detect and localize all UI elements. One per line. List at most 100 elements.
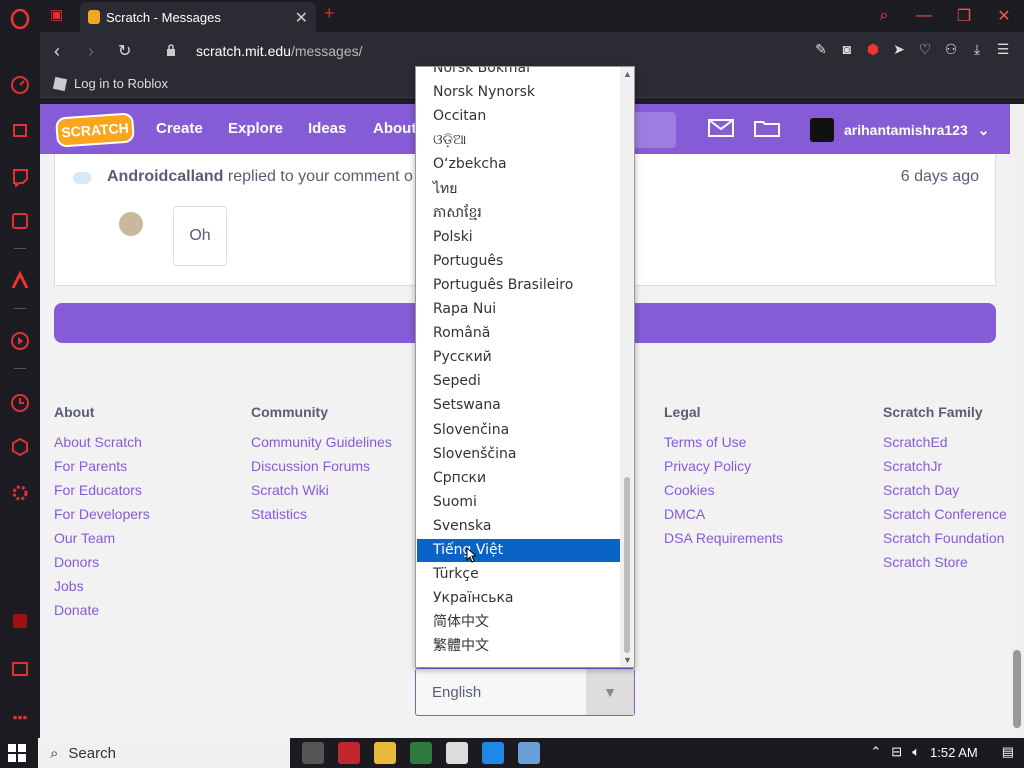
back-icon[interactable]: ‹ (54, 41, 60, 62)
language-option[interactable]: 简体中文 (417, 611, 620, 634)
extension-icon[interactable] (9, 610, 31, 632)
clock[interactable]: 1:52 AM (930, 745, 978, 760)
dropdown-scroll-thumb[interactable] (624, 477, 630, 653)
camera-icon[interactable]: ◙ (834, 41, 860, 58)
scratch-logo[interactable]: SCRATCH (55, 112, 135, 148)
nav-about[interactable]: About (373, 120, 416, 137)
menu-icon[interactable]: ☰ (990, 41, 1016, 58)
app-icon[interactable] (410, 742, 432, 764)
language-option[interactable]: Português Brasileiro (417, 274, 620, 297)
language-option[interactable]: ଓଡ଼ିଆ (417, 129, 620, 152)
language-option[interactable]: Türkçe (417, 563, 620, 586)
aria-icon[interactable] (9, 270, 31, 292)
close-window-icon[interactable]: ✕ (984, 6, 1024, 26)
messages-icon[interactable] (708, 118, 734, 138)
player-icon[interactable] (9, 210, 31, 232)
nav-ideas[interactable]: Ideas (308, 120, 346, 137)
settings-icon[interactable] (9, 482, 31, 504)
footer-link[interactable]: Scratch Wiki (251, 482, 392, 506)
lock-icon[interactable] (166, 44, 176, 56)
bookmark-roblox[interactable]: Log in to Roblox (52, 76, 168, 91)
opera-logo-icon[interactable] (9, 8, 31, 30)
twitch-icon[interactable] (9, 166, 31, 188)
footer-link[interactable]: For Educators (54, 482, 150, 506)
edit-icon[interactable]: ✎ (808, 41, 834, 58)
footer-link[interactable]: DSA Requirements (664, 530, 783, 554)
language-option[interactable]: Setswana (417, 394, 620, 417)
language-option[interactable]: 繁體中文 (417, 635, 620, 658)
language-option[interactable]: Suomi (417, 491, 620, 514)
url-field[interactable]: scratch.mit.edu/messages/ (196, 43, 363, 59)
video-icon[interactable] (9, 330, 31, 352)
message-action[interactable]: replied to your comment o (228, 168, 413, 185)
restore-icon[interactable]: ❐ (944, 6, 984, 26)
chevron-down-icon[interactable]: ▼ (586, 669, 634, 715)
language-option[interactable]: Svenska (417, 515, 620, 538)
nav-create[interactable]: Create (156, 120, 203, 137)
bag-icon[interactable] (9, 118, 31, 140)
vpn-shield-icon[interactable]: ⬢ (860, 41, 886, 58)
volume-icon[interactable]: 🔈︎ (912, 744, 920, 760)
search-tabs-icon[interactable]: ⌕ (864, 7, 904, 25)
footer-link[interactable]: ScratchEd (883, 434, 1007, 458)
windows-start-icon[interactable] (8, 744, 26, 762)
language-option[interactable]: Rapa Nui (417, 298, 620, 321)
footer-link[interactable]: About Scratch (54, 434, 150, 458)
chevron-up-icon[interactable]: ⌃ (870, 744, 881, 760)
footer-link[interactable]: Scratch Conference (883, 506, 1007, 530)
cube-icon[interactable] (9, 436, 31, 458)
language-option[interactable]: Slovenčina (417, 419, 620, 442)
footer-link[interactable]: Statistics (251, 506, 392, 530)
tab-scratch-messages[interactable]: Scratch - Messages ✕ (80, 2, 316, 32)
footer-link[interactable]: Donors (54, 554, 150, 578)
scroll-down-icon[interactable]: ▼ (623, 655, 632, 665)
new-tab-icon[interactable]: + (324, 3, 335, 24)
footer-link[interactable]: Scratch Foundation (883, 530, 1007, 554)
roblox-studio-icon[interactable] (482, 742, 504, 764)
history-icon[interactable] (9, 392, 31, 414)
footer-link[interactable]: Our Team (54, 530, 150, 554)
language-option[interactable]: Sepedi (417, 370, 620, 393)
opera-app-icon[interactable] (338, 742, 360, 764)
message-user[interactable]: Androidcalland (107, 168, 223, 185)
image-icon[interactable] (9, 658, 31, 680)
account-icon[interactable]: ⚇ (938, 41, 964, 58)
language-option[interactable]: ไทย (417, 178, 620, 201)
language-option[interactable]: Slovenščina (417, 443, 620, 466)
file-explorer-icon[interactable] (374, 742, 396, 764)
language-option[interactable]: Norsk Nynorsk (417, 81, 620, 104)
workspace-icon[interactable]: ▣ (50, 6, 63, 23)
footer-link[interactable]: Discussion Forums (251, 458, 392, 482)
footer-link[interactable]: For Developers (54, 506, 150, 530)
download-icon[interactable]: ⤓ (964, 41, 990, 58)
task-view-icon[interactable] (302, 742, 324, 764)
scroll-up-icon[interactable]: ▲ (623, 69, 632, 79)
footer-link[interactable]: Terms of Use (664, 434, 783, 458)
nav-explore[interactable]: Explore (228, 120, 283, 137)
language-option[interactable]: Norsk Bokmål (417, 67, 620, 80)
language-option[interactable]: Polski (417, 226, 620, 249)
footer-link[interactable]: Donate (54, 602, 150, 626)
footer-link[interactable]: Cookies (664, 482, 783, 506)
footer-link[interactable]: Privacy Policy (664, 458, 783, 482)
page-scrollbar[interactable] (1010, 104, 1024, 738)
language-option[interactable]: Српски (417, 467, 620, 490)
send-icon[interactable]: ➤ (886, 41, 912, 58)
heart-icon[interactable]: ♡ (912, 41, 938, 58)
language-option[interactable]: Português (417, 250, 620, 273)
forward-icon[interactable]: › (88, 41, 94, 62)
language-option[interactable]: Occitan (417, 105, 620, 128)
language-option[interactable]: Русский (417, 346, 620, 369)
reload-icon[interactable]: ↻ (118, 41, 131, 61)
network-icon[interactable]: ⊟ (891, 744, 902, 760)
footer-link[interactable]: Jobs (54, 578, 150, 602)
speed-dial-icon[interactable] (9, 74, 31, 96)
language-option[interactable]: Română (417, 322, 620, 345)
app-icon[interactable] (518, 742, 540, 764)
footer-link[interactable]: Scratch Store (883, 554, 1007, 578)
scrollbar-thumb[interactable] (1013, 650, 1021, 728)
language-option[interactable]: Українська (417, 587, 620, 610)
footer-link[interactable]: For Parents (54, 458, 150, 482)
language-option[interactable]: Oʻzbekcha (417, 153, 620, 176)
language-select[interactable]: English ▼ (415, 668, 635, 716)
